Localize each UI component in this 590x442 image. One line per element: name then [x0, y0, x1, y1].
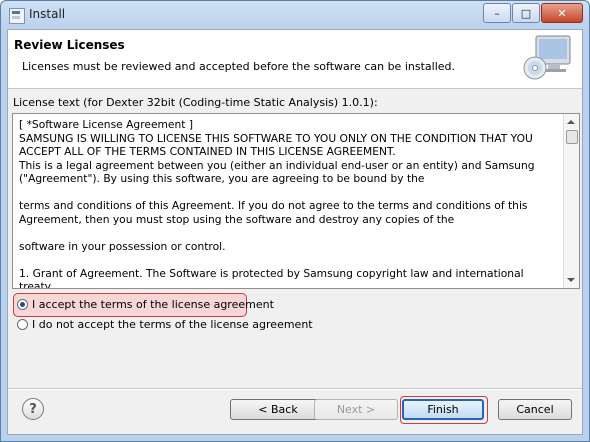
next-button[interactable]: Next > [314, 399, 398, 420]
accept-radio-label[interactable]: I accept the terms of the license agreem… [32, 298, 274, 311]
accept-radio-icon[interactable] [17, 299, 28, 310]
footer-separator [8, 388, 582, 390]
decline-radio-option[interactable]: I do not accept the terms of the license… [17, 318, 313, 331]
close-button[interactable]: ✕ [541, 3, 583, 23]
help-button[interactable]: ? [22, 398, 44, 420]
scroll-down-icon[interactable] [567, 278, 575, 282]
scroll-thumb[interactable] [566, 130, 578, 144]
finish-button[interactable]: Finish [402, 399, 484, 420]
page-title: Review Licenses [14, 38, 125, 52]
decline-radio-label[interactable]: I do not accept the terms of the license… [32, 318, 313, 331]
license-text-label: License text (for Dexter 32bit (Coding-t… [13, 96, 378, 109]
window-title: Install [29, 7, 66, 21]
license-scrollbar[interactable] [563, 114, 579, 288]
maximize-button[interactable]: □ [512, 3, 540, 23]
computer-cd-icon [523, 35, 571, 80]
wizard-header: Review Licenses Licenses must be reviewe… [8, 30, 582, 89]
install-window: Install – □ ✕ Review Licenses Licenses m… [0, 0, 590, 442]
install-app-icon [9, 8, 25, 24]
back-button[interactable]: < Back [230, 399, 326, 420]
accept-radio-option[interactable]: I accept the terms of the license agreem… [17, 298, 274, 311]
license-text: [ *Software License Agreement ] SAMSUNG … [19, 118, 535, 289]
cancel-button[interactable]: Cancel [498, 399, 572, 420]
minimize-button[interactable]: – [483, 3, 511, 23]
scroll-up-icon[interactable] [567, 120, 575, 124]
dialog-body: Review Licenses Licenses must be reviewe… [7, 29, 583, 435]
decline-radio-icon[interactable] [17, 319, 28, 330]
license-text-area[interactable]: [ *Software License Agreement ] SAMSUNG … [12, 113, 580, 289]
title-bar[interactable]: Install – □ ✕ [1, 1, 589, 29]
page-description: Licenses must be reviewed and accepted b… [22, 60, 455, 73]
